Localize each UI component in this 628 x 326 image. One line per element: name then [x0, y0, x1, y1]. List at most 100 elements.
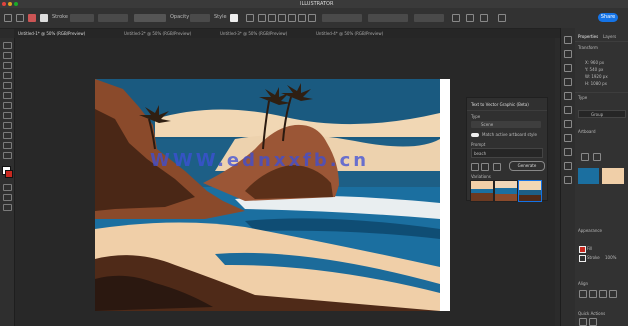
divider [467, 110, 547, 111]
transform-w-field[interactable] [414, 14, 444, 22]
appearance-panel-icon[interactable] [564, 162, 572, 170]
curvature-tool-icon[interactable] [3, 72, 12, 79]
style-picker-icon[interactable] [481, 163, 489, 171]
stroke-label: Stroke [587, 255, 600, 260]
tab-document-1[interactable]: Untitled-1* @ 50% (RGB/Preview) [18, 29, 118, 38]
libraries-panel-icon[interactable] [564, 64, 572, 72]
h-value[interactable]: H: 1080 px [585, 81, 607, 86]
paintbrush-tool-icon[interactable] [3, 112, 12, 119]
tab-properties[interactable]: Properties [578, 34, 598, 39]
style-swatch[interactable] [230, 14, 238, 22]
tab-document-3[interactable]: Untitled-3* @ 50% (RGB/Preview) [220, 29, 310, 38]
type-tool-icon[interactable] [3, 82, 12, 89]
fill-swatch-icon[interactable] [28, 14, 36, 22]
transparency-panel-icon[interactable] [564, 148, 572, 156]
color-picker-icon[interactable] [493, 163, 501, 171]
stroke-swatch-icon[interactable] [40, 14, 48, 22]
scale-tool-icon[interactable] [3, 142, 12, 149]
align-center-icon[interactable] [268, 14, 276, 22]
align-label: Align [578, 281, 589, 286]
arrange-icon[interactable] [589, 318, 597, 326]
stroke-panel-icon[interactable] [564, 120, 572, 128]
zoom-window-icon[interactable] [14, 2, 18, 6]
type-select[interactable]: Scene [471, 121, 541, 128]
swatches-panel-icon[interactable] [564, 78, 572, 86]
align-bottom-icon[interactable] [308, 14, 316, 22]
stroke-swatch[interactable] [579, 255, 586, 262]
transform-icon[interactable] [466, 14, 474, 22]
direct-selection-tool-icon[interactable] [3, 52, 12, 59]
variations-label: Variations [471, 174, 491, 179]
align-top-icon[interactable] [609, 290, 617, 298]
layers-panel-icon[interactable] [564, 50, 572, 58]
share-button[interactable]: Share [598, 13, 618, 22]
align-top-icon[interactable] [288, 14, 296, 22]
opacity-value[interactable]: 100% [605, 255, 616, 260]
properties-panel-icon[interactable] [564, 36, 572, 44]
align-left-icon[interactable] [579, 290, 587, 298]
edit-toolbar-icon[interactable] [3, 204, 12, 211]
minimize-window-icon[interactable] [8, 2, 12, 6]
grid-icon[interactable] [480, 14, 488, 22]
variation-thumb-2[interactable] [494, 180, 518, 202]
stroke-weight-field[interactable] [70, 14, 94, 22]
tab-document-4[interactable]: Untitled-4* @ 50% (RGB/Preview) [316, 29, 406, 38]
pencil-tool-icon[interactable] [3, 122, 12, 129]
fill-swatch[interactable] [579, 246, 586, 253]
artboard[interactable] [95, 79, 440, 311]
draw-mode-icon[interactable] [3, 184, 12, 191]
x-value[interactable]: X: 960 px [585, 60, 604, 65]
variation-thumb-3[interactable] [518, 180, 542, 202]
prompt-input[interactable]: beach [471, 148, 543, 158]
variation-thumb-1[interactable] [470, 180, 494, 202]
window-title: ILLUSTRATOR [300, 1, 334, 7]
crop-icon[interactable] [581, 153, 589, 161]
align-hcenter-icon[interactable] [589, 290, 597, 298]
variable-width-select[interactable] [98, 14, 128, 22]
gradient-panel-icon[interactable] [564, 134, 572, 142]
transform-y-field[interactable] [368, 14, 408, 22]
match-style-toggle[interactable] [471, 133, 479, 137]
tools-panel [0, 38, 15, 326]
recolor-icon[interactable] [579, 318, 587, 326]
align-left-icon[interactable] [258, 14, 266, 22]
align-middle-icon[interactable] [298, 14, 306, 22]
graphic-styles-panel-icon[interactable] [564, 176, 572, 184]
prompt-label: Prompt [471, 142, 486, 147]
recolor-icon[interactable] [246, 14, 254, 22]
rectangle-tool-icon[interactable] [3, 102, 12, 109]
stroke-color-icon[interactable] [5, 170, 13, 178]
w-value[interactable]: W: 1920 px [585, 74, 608, 79]
pen-tool-icon[interactable] [3, 62, 12, 69]
tab-layers[interactable]: Layers [603, 34, 616, 39]
divider [575, 92, 628, 93]
generate-button[interactable]: Generate [509, 161, 545, 171]
arrange-icon[interactable] [16, 14, 24, 22]
brushes-panel-icon[interactable] [564, 92, 572, 100]
beach-illustration [95, 79, 440, 311]
transform-label: Transform [578, 45, 598, 50]
menu-bar: ILLUSTRATOR [0, 0, 628, 8]
isolate-icon[interactable] [452, 14, 460, 22]
tab-document-2[interactable]: Untitled-2* @ 50% (RGB/Preview) [124, 29, 214, 38]
rotate-tool-icon[interactable] [3, 132, 12, 139]
transform-x-field[interactable] [322, 14, 362, 22]
eyedropper-tool-icon[interactable] [3, 152, 12, 159]
screen-mode-icon[interactable] [3, 194, 12, 201]
line-tool-icon[interactable] [3, 92, 12, 99]
y-value[interactable]: Y: 540 px [585, 67, 603, 72]
align-right-icon[interactable] [278, 14, 286, 22]
selection-tool-icon[interactable] [3, 42, 12, 49]
home-icon[interactable] [4, 14, 12, 22]
settings-icon[interactable] [471, 163, 479, 171]
type-field[interactable]: Group [578, 110, 626, 118]
type-select-value: Scene [481, 122, 494, 127]
close-window-icon[interactable] [2, 2, 6, 6]
brush-definition-select[interactable] [134, 14, 166, 22]
symbols-panel-icon[interactable] [564, 106, 572, 114]
search-icon[interactable] [498, 14, 506, 22]
opacity-field[interactable] [190, 14, 210, 22]
align-right-icon[interactable] [599, 290, 607, 298]
type-label: Type [578, 95, 588, 100]
edit-icon[interactable] [593, 153, 601, 161]
